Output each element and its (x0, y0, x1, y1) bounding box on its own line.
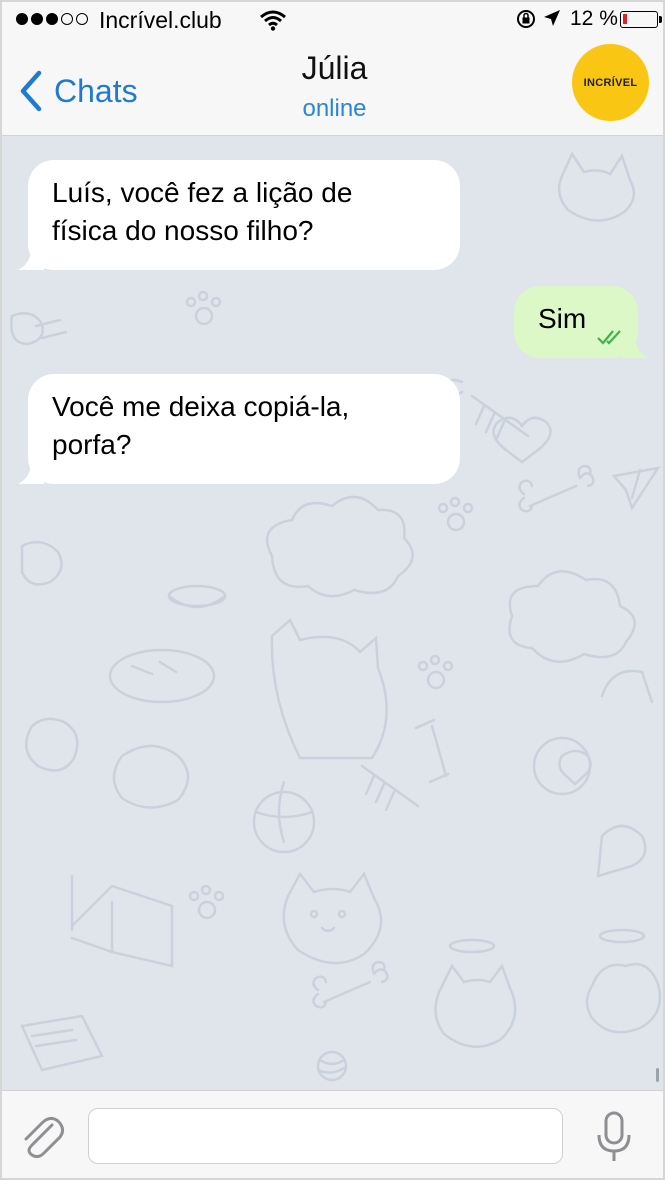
bubble-tail (18, 462, 44, 484)
avatar[interactable]: INCRÍVEL (572, 44, 649, 121)
signal-dot (76, 13, 88, 25)
message-text-line: Você me deixa copiá-la, (52, 391, 350, 422)
signal-dot (31, 13, 43, 25)
wifi-icon (260, 10, 286, 31)
message-input[interactable] (88, 1108, 563, 1164)
message-incoming[interactable]: Luís, você fez a lição de física do noss… (18, 160, 460, 270)
phone-screen: Incrível.club 12 % Chats Júlia online IN… (0, 0, 665, 1180)
message-input-bar (2, 1090, 663, 1178)
message-text-line: física do nosso filho? (52, 215, 314, 246)
signal-dot (46, 13, 58, 25)
carrier-name: Incrível.club (99, 7, 222, 33)
message-text-line: Sim (538, 303, 587, 334)
paperclip-icon[interactable] (18, 1111, 68, 1161)
signal-strength-icon (16, 13, 88, 25)
doodle-wallpaper (10, 151, 662, 1082)
battery-percentage: 12 % (570, 7, 618, 30)
battery-level (623, 14, 627, 24)
chat-header: Chats Júlia online INCRÍVEL (2, 38, 663, 136)
message-incoming[interactable]: Você me deixa copiá-la, porfa? (18, 374, 460, 484)
double-check-icon (597, 330, 621, 345)
message-text-line: porfa? (52, 429, 132, 460)
signal-dot (16, 13, 28, 25)
contact-name: Júlia (301, 50, 368, 86)
chat-area[interactable]: Luís, você fez a lição de física do noss… (2, 136, 663, 1090)
avatar-label: INCRÍVEL (583, 76, 638, 89)
battery-icon (620, 11, 662, 28)
rotation-lock-icon (517, 10, 535, 28)
message-text-line: Luís, você fez a lição de (52, 177, 353, 208)
bubble-tail (18, 248, 44, 270)
message-outgoing[interactable]: Sim (514, 286, 648, 358)
signal-dot (61, 13, 73, 25)
microphone-icon[interactable] (594, 1109, 634, 1165)
location-arrow-icon (544, 10, 560, 26)
contact-status: online (302, 95, 367, 122)
status-bar: Incrível.club 12 % (2, 2, 663, 38)
scroll-indicator[interactable] (656, 1068, 659, 1082)
